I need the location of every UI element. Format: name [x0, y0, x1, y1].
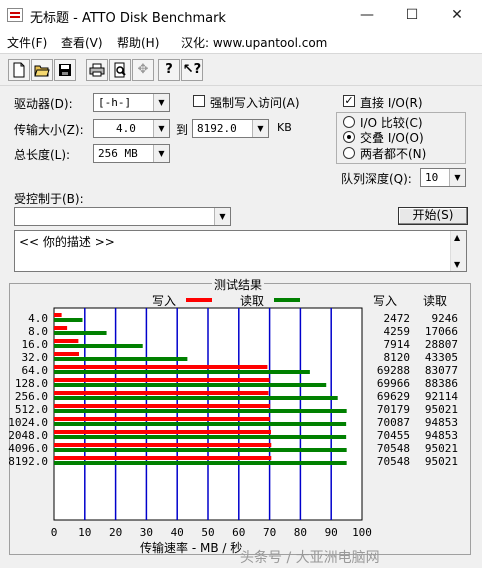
write-bar	[54, 417, 270, 421]
x-tick-label: 60	[232, 526, 245, 539]
read-value: 92114	[425, 390, 458, 403]
write-bar	[54, 339, 79, 343]
read-bar	[54, 331, 107, 335]
transfer-size-label: 8.0	[28, 325, 48, 338]
read-value: 17066	[425, 325, 458, 338]
read-bar	[54, 422, 347, 426]
x-tick-label: 0	[51, 526, 58, 539]
write-bar	[54, 430, 272, 434]
x-tick-label: 80	[294, 526, 307, 539]
transfer-size-label: 8192.0	[8, 455, 48, 468]
read-value: 94853	[425, 416, 458, 429]
write-bar	[54, 391, 269, 395]
read-value: 43305	[425, 351, 458, 364]
x-axis-label: 传输速率 - MB / 秒	[140, 541, 243, 555]
read-bar	[54, 461, 347, 465]
write-bar	[54, 352, 80, 356]
x-tick-label: 100	[352, 526, 372, 539]
write-value: 70087	[377, 416, 410, 429]
write-value: 8120	[384, 351, 411, 364]
read-bar	[54, 318, 83, 322]
write-bar	[54, 404, 271, 408]
read-value: 95021	[425, 442, 458, 455]
read-value: 95021	[425, 455, 458, 468]
write-bar	[54, 456, 272, 460]
read-bar	[54, 448, 347, 452]
write-value: 4259	[384, 325, 411, 338]
transfer-size-label: 4.0	[28, 312, 48, 325]
read-bar	[54, 435, 347, 439]
write-bar	[54, 326, 68, 330]
read-bar	[54, 344, 143, 348]
write-bar	[54, 378, 270, 382]
write-value: 70179	[377, 403, 410, 416]
read-bar	[54, 357, 188, 361]
write-value: 69288	[377, 364, 410, 377]
read-value: 95021	[425, 403, 458, 416]
read-value: 83077	[425, 364, 458, 377]
write-bar	[54, 443, 272, 447]
read-bar	[54, 396, 338, 400]
transfer-size-label: 64.0	[22, 364, 49, 377]
write-value: 69629	[377, 390, 410, 403]
x-tick-label: 40	[171, 526, 184, 539]
write-value: 69966	[377, 377, 410, 390]
transfer-size-label: 16.0	[22, 338, 49, 351]
transfer-size-label: 4096.0	[8, 442, 48, 455]
transfer-size-label: 512.0	[15, 403, 48, 416]
transfer-size-label: 128.0	[15, 377, 48, 390]
read-bar	[54, 370, 310, 374]
read-value: 28807	[425, 338, 458, 351]
read-value: 94853	[425, 429, 458, 442]
transfer-rate-chart: 0 10 20 30 40 50 60 70 80 90 100 4.0 2472 9246 8.0 4259…	[8, 307, 459, 539]
write-value: 7914	[384, 338, 411, 351]
read-value: 88386	[425, 377, 458, 390]
write-value: 70548	[377, 455, 410, 468]
x-tick-label: 70	[263, 526, 276, 539]
read-bar	[54, 383, 327, 387]
x-tick-label: 20	[109, 526, 122, 539]
x-tick-label: 30	[140, 526, 153, 539]
transfer-size-label: 2048.0	[8, 429, 48, 442]
watermark-text: 头条号 / 大亚洲电脑网	[240, 550, 380, 566]
read-bar	[54, 409, 347, 413]
read-value: 9246	[432, 312, 459, 325]
x-tick-label: 90	[325, 526, 338, 539]
write-value: 70455	[377, 429, 410, 442]
write-value: 2472	[384, 312, 411, 325]
transfer-size-label: 32.0	[22, 351, 49, 364]
write-value: 70548	[377, 442, 410, 455]
write-bar	[54, 365, 268, 369]
write-bar	[54, 313, 62, 317]
transfer-size-label: 1024.0	[8, 416, 48, 429]
x-tick-label: 50	[201, 526, 214, 539]
x-tick-label: 10	[78, 526, 91, 539]
transfer-size-label: 256.0	[15, 390, 48, 403]
